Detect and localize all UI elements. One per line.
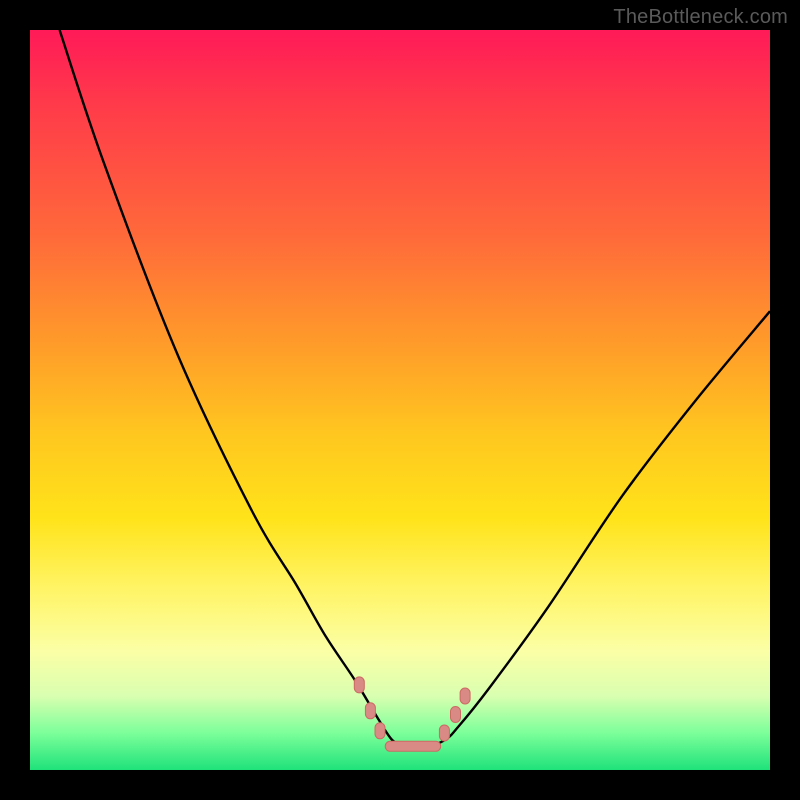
curve-marker-0 (354, 677, 364, 693)
curve-marker-1 (365, 703, 375, 719)
watermark-text: TheBottleneck.com (613, 6, 788, 29)
curve-marker-4 (451, 707, 461, 723)
curve-markers (354, 677, 470, 741)
curve-marker-2 (375, 723, 385, 739)
chart-frame: TheBottleneck.com (0, 0, 800, 800)
curve-marker-5 (460, 688, 470, 704)
flat-bottom-segment (385, 741, 441, 751)
curve-marker-3 (439, 725, 449, 741)
curve-line (60, 30, 770, 749)
chart-svg (30, 30, 770, 770)
plot-area (30, 30, 770, 770)
